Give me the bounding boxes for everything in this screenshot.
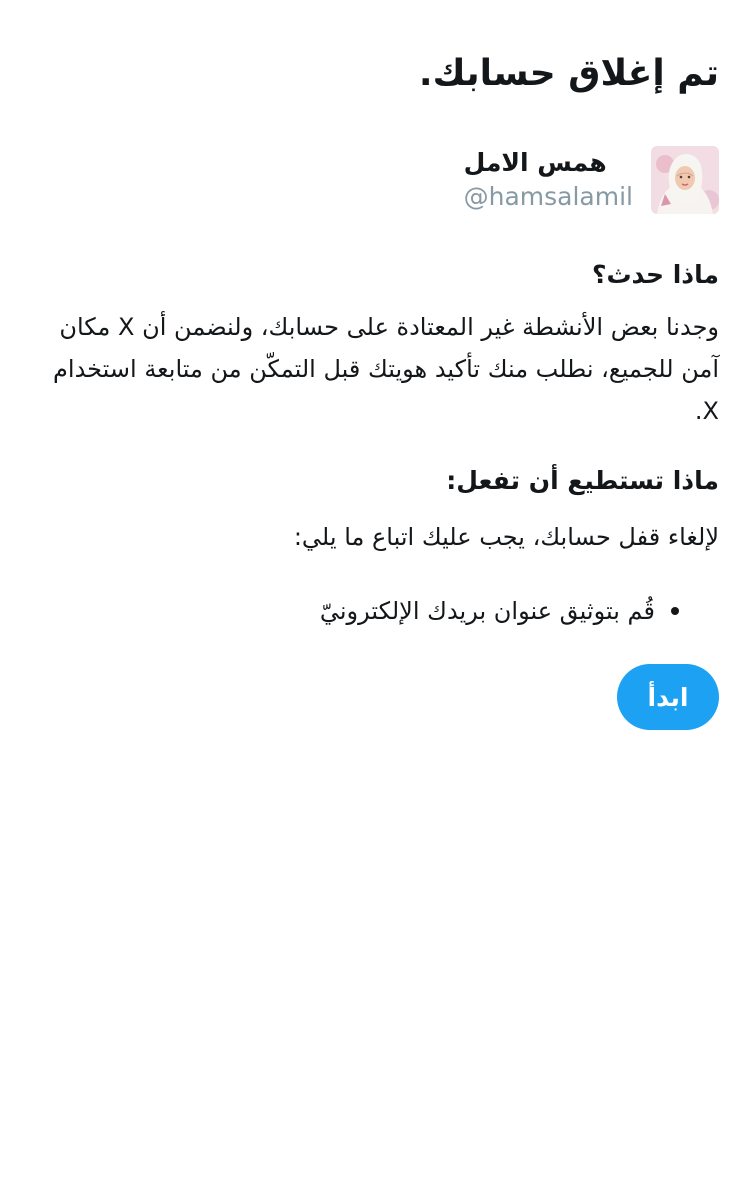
unlock-steps-list: قُم بتوثيق عنوان بريدك الإلكترونيّ xyxy=(320,590,679,632)
user-handle: @hamsalamil xyxy=(463,182,633,211)
unlock-instructions-text: لإلغاء قفل حسابك، يجب عليك اتباع ما يلي: xyxy=(293,523,719,551)
what-happened-text: وجدنا بعض الأنشطة غير المعتادة على حسابك… xyxy=(53,313,719,425)
account-locked-page: تم إغلاق حسابك. همس الامل @hamsalamil ما… xyxy=(0,0,741,1200)
user-avatar-photo-icon xyxy=(651,146,719,214)
display-name: همس الامل xyxy=(463,148,607,177)
step-label: قُم بتوثيق عنوان بريدك الإلكترونيّ xyxy=(319,597,655,625)
profile-card: همس الامل @hamsalamil xyxy=(464,146,719,214)
profile-names: همس الامل @hamsalamil xyxy=(464,146,633,214)
list-item: قُم بتوثيق عنوان بريدك الإلكترونيّ xyxy=(320,590,679,632)
start-button[interactable]: ابدأ xyxy=(617,664,719,730)
page-title: تم إغلاق حسابك. xyxy=(418,53,719,94)
what-happened-heading: ماذا حدث؟ xyxy=(591,260,719,289)
avatar xyxy=(651,146,719,214)
bullet-icon xyxy=(671,607,679,615)
what-you-can-do-heading: ماذا تستطيع أن تفعل: xyxy=(446,466,719,495)
